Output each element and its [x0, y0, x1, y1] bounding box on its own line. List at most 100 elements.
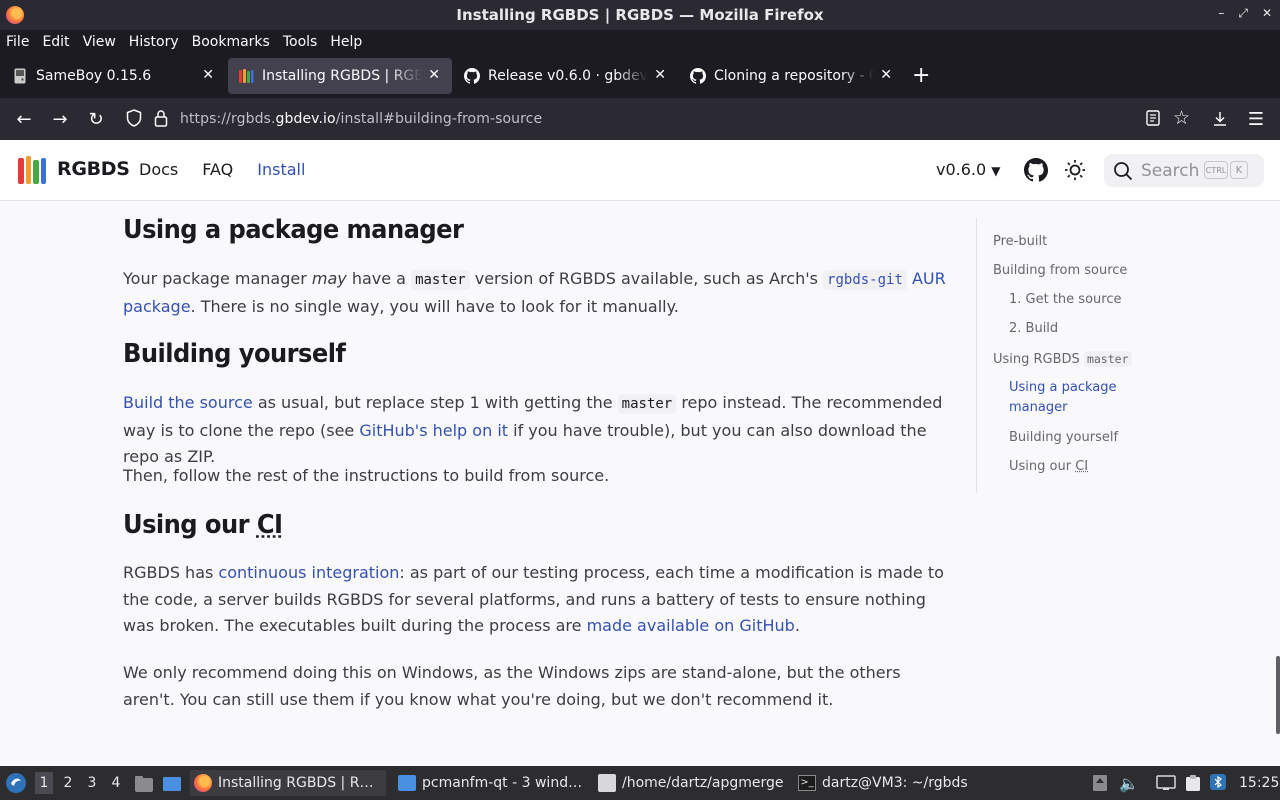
tab-release[interactable]: Release v0.6.0 · gbdev/rgbds ✕ [454, 58, 678, 94]
download-icon[interactable] [1202, 103, 1238, 135]
sun-theme-toggle-icon[interactable] [1064, 159, 1086, 185]
reader-view-icon[interactable] [1146, 110, 1160, 130]
tab-sameboy[interactable]: SameBoy 0.15.6 ✕ [2, 58, 226, 94]
menu-bar: File Edit View History Bookmarks Tools H… [0, 30, 1280, 54]
menu-edit[interactable]: Edit [42, 34, 69, 50]
building-followup-paragraph: Then, follow the rest of the instruction… [123, 466, 610, 485]
toc-pre-built[interactable]: Pre-built [993, 232, 1047, 252]
tab-installing-rgbds[interactable]: Installing RGBDS | RGBDS ✕ [228, 58, 452, 94]
task-apgmerge[interactable]: /home/dartz/apgmerge [594, 770, 790, 796]
hamburger-menu-icon[interactable]: ☰ [1238, 103, 1274, 135]
logo-bar [18, 158, 24, 184]
link-github-help[interactable]: GitHub's help on it [359, 421, 508, 440]
toc-get-the-source[interactable]: 1. Get the source [1009, 290, 1121, 310]
bluetooth-icon[interactable] [1210, 774, 1226, 794]
task-firefox[interactable]: Installing RGBDS | RGBDS — Mozilla Firef… [190, 770, 386, 796]
search-button[interactable]: Search CTRL K [1104, 154, 1264, 187]
close-tab-icon[interactable]: ✕ [428, 67, 440, 83]
menu-view[interactable]: View [83, 34, 116, 50]
version-dropdown[interactable]: v0.6.0 ▼ [936, 160, 1001, 179]
window-titlebar: Installing RGBDS | RGBDS — Mozilla Firef… [0, 0, 1280, 30]
rgbds-logo-icon[interactable] [18, 156, 46, 184]
network-icon[interactable] [1156, 775, 1176, 795]
nav-install[interactable]: Install [257, 160, 305, 179]
menu-tools[interactable]: Tools [283, 34, 318, 50]
toc-using-rgbds-master[interactable]: Using RGBDS master [993, 349, 1132, 370]
close-tab-icon[interactable]: ✕ [202, 67, 214, 83]
task-terminal[interactable]: >_ dartz@VM3: ~/rgbds [794, 770, 990, 796]
desktop-launcher-icon[interactable] [162, 775, 182, 797]
editor-icon [598, 774, 616, 792]
close-window-icon[interactable]: ✕ [1262, 6, 1272, 21]
system-taskbar: 1 2 3 4 Installing RGBDS | RGBDS — Mozil… [0, 766, 1280, 800]
bookmark-star-icon[interactable]: ☆ [1173, 107, 1190, 129]
task-label: pcmanfm-qt - 3 windows [422, 775, 584, 791]
back-arrow-icon[interactable]: ← [6, 103, 42, 135]
text: . There is no single way, you will have … [190, 296, 679, 316]
workspace-4[interactable]: 4 [107, 772, 125, 794]
ci-paragraph: RGBDS has continuous integration: as par… [123, 560, 953, 640]
logo-bar [33, 160, 39, 184]
link-continuous-integration[interactable]: continuous integration [218, 563, 399, 582]
url-bar[interactable]: https://rgbds.gbdev.io/install#building-… [118, 102, 1198, 136]
task-pcmanfm[interactable]: pcmanfm-qt - 3 windows [394, 770, 590, 796]
minimize-icon[interactable]: – [1218, 6, 1224, 21]
toc-building-from-source[interactable]: Building from source [993, 261, 1127, 281]
site-brand[interactable]: RGBDS [57, 158, 130, 180]
tray-updates-icon[interactable] [1092, 774, 1108, 796]
text: as usual, but replace step 1 with gettin… [252, 393, 618, 412]
toc-using-our-ci[interactable]: Using our CI [1009, 457, 1088, 477]
menu-bookmarks[interactable]: Bookmarks [192, 34, 270, 50]
menu-help[interactable]: Help [330, 34, 362, 50]
file-manager-launcher-icon[interactable] [134, 775, 154, 797]
link-build-the-source[interactable]: Build the source [123, 393, 253, 412]
clipboard-icon[interactable] [1184, 774, 1202, 796]
building-yourself-paragraph: Build the source as usual, but replace s… [123, 390, 953, 471]
text: RGBDS has [123, 563, 219, 582]
navigation-toolbar: ← → ↻ https://rgbds.gbdev.io/install#bui… [0, 98, 1280, 140]
start-menu-icon[interactable] [5, 772, 27, 798]
task-label: dartz@VM3: ~/rgbds [822, 775, 968, 791]
workspace-3[interactable]: 3 [83, 772, 101, 794]
shield-icon[interactable] [126, 109, 142, 131]
firefox-logo-icon [6, 6, 24, 24]
tab-label: Cloning a repository - GitHub Docs [714, 68, 874, 84]
toc-building-yourself[interactable]: Building yourself [1009, 428, 1118, 448]
menu-file[interactable]: File [6, 34, 29, 50]
reload-icon[interactable]: ↻ [78, 103, 114, 135]
close-tab-icon[interactable]: ✕ [880, 67, 892, 83]
toc-text: Using our [1009, 459, 1076, 474]
page-scrollbar[interactable] [1276, 656, 1280, 734]
nav-docs[interactable]: Docs [139, 160, 178, 179]
toolbar-right: ☰ [1202, 102, 1280, 136]
text: version of RGBDS available, such as Arch… [469, 269, 824, 288]
close-tab-icon[interactable]: ✕ [654, 67, 666, 83]
tab-cloning[interactable]: Cloning a repository - GitHub Docs ✕ [680, 58, 904, 94]
code-master: master [411, 270, 470, 290]
code-link-rgbds-git[interactable]: rgbds-git [823, 270, 907, 290]
toc-build[interactable]: 2. Build [1009, 319, 1058, 339]
task-label: /home/dartz/apgmerge [622, 775, 784, 791]
link-made-available-on-github[interactable]: made available on GitHub [587, 616, 795, 635]
github-icon[interactable] [1024, 158, 1049, 186]
restore-icon[interactable]: ⤢ [1238, 6, 1248, 21]
new-tab-plus-icon[interactable]: + [912, 65, 930, 87]
window-title: Installing RGBDS | RGBDS — Mozilla Firef… [456, 6, 824, 24]
workspace-2[interactable]: 2 [59, 772, 77, 794]
menu-history[interactable]: History [129, 34, 179, 50]
toc-using-package-manager[interactable]: Using a package manager [1009, 378, 1117, 418]
tab-label: SameBoy 0.15.6 [36, 68, 152, 84]
nav-faq[interactable]: FAQ [202, 160, 233, 179]
workspace-1[interactable]: 1 [35, 772, 53, 794]
abbr-ci: CI [256, 510, 283, 540]
volume-icon[interactable]: 🔈 [1119, 774, 1139, 793]
text: . [794, 616, 800, 635]
tab-label: Release v0.6.0 · gbdev/rgbds [488, 68, 648, 84]
lock-icon[interactable] [154, 109, 168, 131]
tab-bar: SameBoy 0.15.6 ✕ Installing RGBDS | RGBD… [0, 54, 1280, 98]
logo-bar [25, 156, 31, 184]
window-controls: – ⤢ ✕ [1218, 6, 1272, 21]
forward-arrow-icon[interactable]: → [42, 103, 78, 135]
kbd-k: K [1230, 161, 1248, 179]
package-manager-paragraph: Your package manager may have a master v… [123, 266, 953, 320]
